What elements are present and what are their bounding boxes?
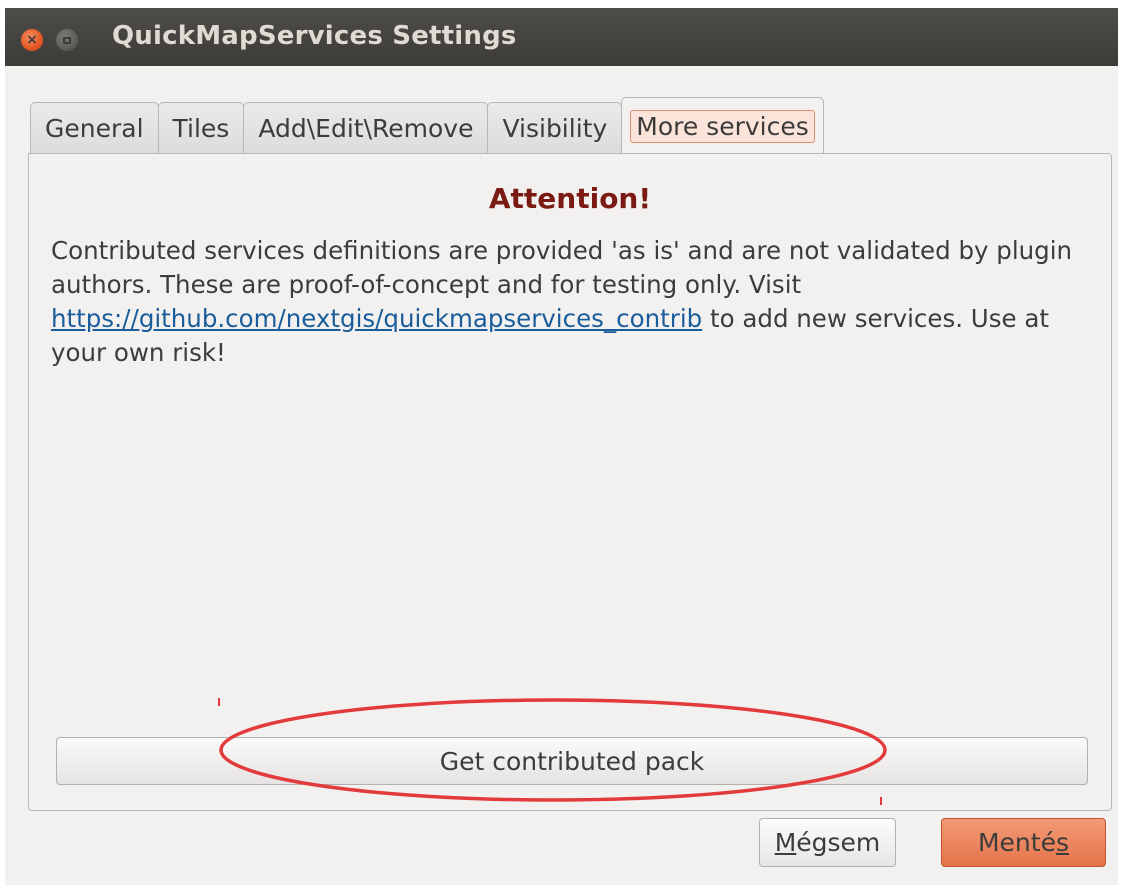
annotation-mark (218, 698, 220, 706)
tab-bar: General Tiles Add\Edit\Remove Visibility… (30, 97, 824, 154)
tab-tiles[interactable]: Tiles (157, 102, 245, 154)
tab-visibility[interactable]: Visibility (487, 102, 623, 154)
cancel-label-rest: égsem (796, 828, 881, 857)
tab-label: Tiles (172, 114, 230, 143)
tab-more-services[interactable]: More services (621, 97, 824, 154)
tab-label: General (45, 114, 144, 143)
save-mnemonic: s (1055, 828, 1069, 857)
cancel-button[interactable]: Mégsem (759, 818, 896, 867)
tab-label: Visibility (502, 114, 608, 143)
window-title: QuickMapServices Settings (112, 21, 517, 51)
contrib-repo-link[interactable]: https://github.com/nextgis/quickmapservi… (51, 304, 702, 333)
attention-heading: Attention! (488, 182, 652, 215)
annotation-mark (880, 797, 882, 805)
title-bar[interactable]: × QuickMapServices Settings (5, 8, 1118, 66)
cancel-mnemonic: M (774, 828, 797, 857)
tab-label: Add\Edit\Remove (258, 114, 474, 143)
disclaimer-text: Contributed services definitions are pro… (51, 234, 1101, 370)
save-button[interactable]: Menté s (941, 818, 1106, 867)
tab-general[interactable]: General (30, 102, 159, 154)
tab-add-edit-remove[interactable]: Add\Edit\Remove (243, 102, 489, 154)
settings-dialog: × QuickMapServices Settings General Tile… (5, 8, 1118, 885)
tab-label: More services (630, 109, 815, 143)
minimize-icon (63, 36, 71, 44)
close-window-button[interactable]: × (21, 29, 43, 51)
minimize-window-button[interactable] (56, 29, 78, 51)
save-label-prefix: Menté (977, 828, 1056, 857)
get-contributed-pack-button[interactable]: Get contributed pack (56, 737, 1088, 785)
disclaimer-text-start: Contributed services definitions are pro… (51, 236, 1073, 299)
close-icon: × (26, 32, 38, 48)
more-services-panel: Attention! Contributed services definiti… (28, 153, 1112, 811)
